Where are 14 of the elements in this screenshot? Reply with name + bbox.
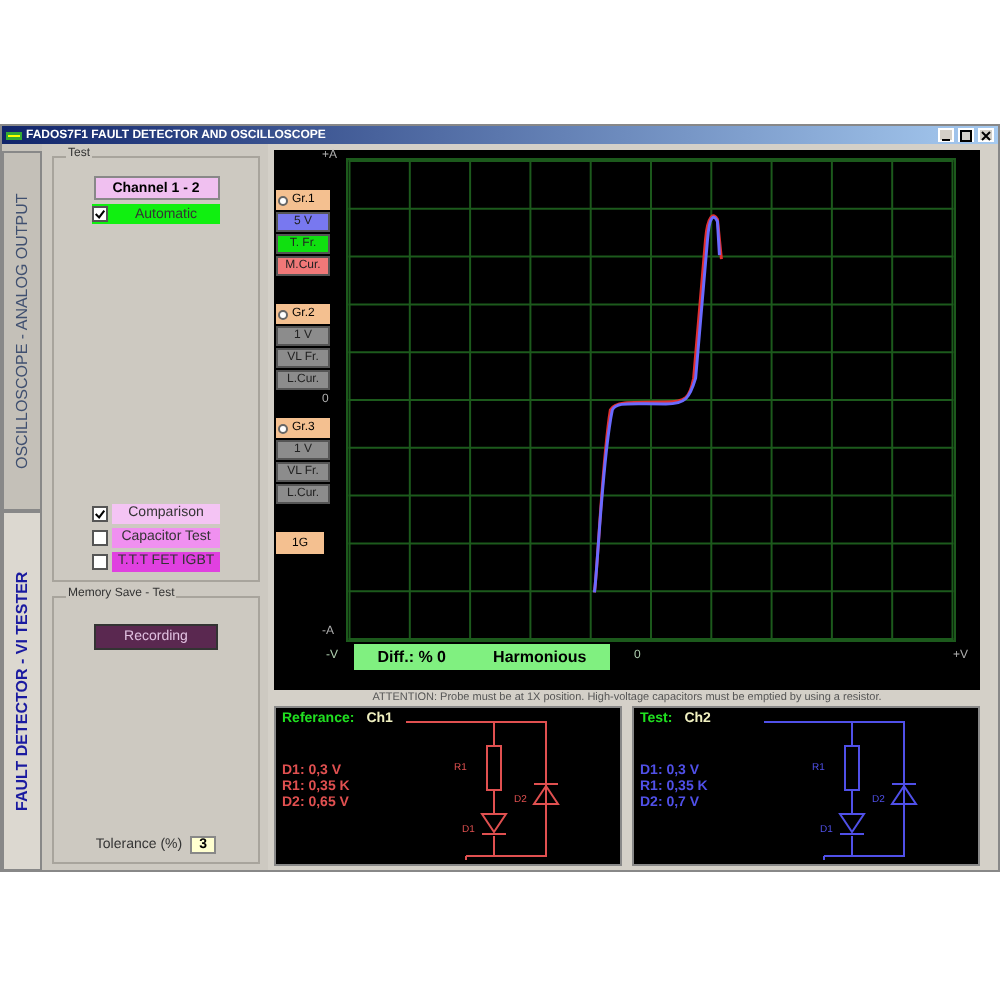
maximize-icon	[960, 129, 972, 141]
verdict-text: Harmonious	[493, 647, 587, 665]
checkbox[interactable]	[92, 554, 108, 570]
minimize-button[interactable]	[938, 128, 954, 142]
side-tab[interactable]: FAULT DETECTOR - VI TESTER	[2, 511, 42, 870]
checkbox[interactable]	[92, 530, 108, 546]
maximize-button[interactable]	[958, 128, 974, 142]
side-tab[interactable]: OSCILLOSCOPE - ANALOG OUTPUT	[2, 152, 42, 511]
app-icon	[6, 129, 22, 141]
diff-text: Diff.: % 0	[377, 647, 446, 665]
checkbox[interactable]	[92, 206, 108, 222]
checkbox[interactable]	[92, 506, 108, 522]
close-icon	[980, 129, 992, 141]
close-button[interactable]	[978, 128, 994, 142]
